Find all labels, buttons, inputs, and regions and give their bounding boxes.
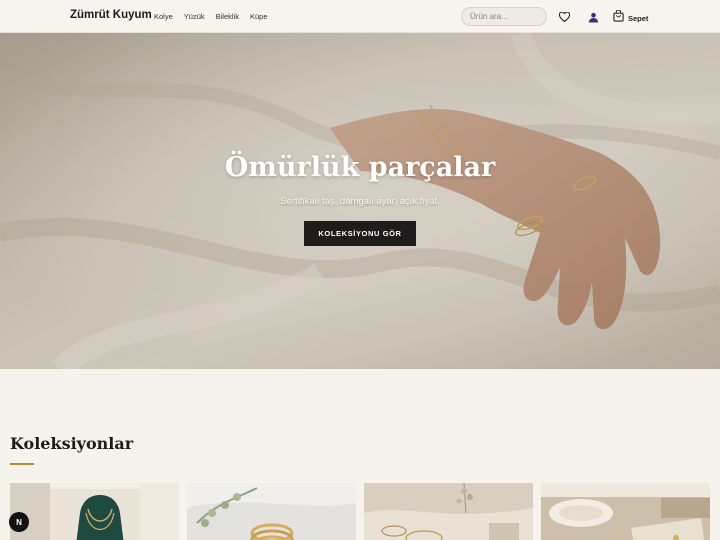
main-nav: Kolye Yüzük Bileklik Küpe — [154, 12, 268, 21]
necklace-image — [10, 483, 179, 540]
nav-item-yuzuk[interactable]: Yüzük — [184, 12, 205, 21]
collection-card-bracelets[interactable] — [364, 483, 533, 540]
cart-label: Sepet — [628, 13, 649, 23]
section-divider — [10, 463, 34, 465]
search-input[interactable] — [461, 7, 547, 26]
collection-card-earrings[interactable] — [541, 483, 710, 540]
brand-logo[interactable]: Zümrüt Kuyum — [70, 9, 152, 21]
collection-cards — [10, 483, 710, 540]
hero-title: Ömürlük parçalar — [224, 152, 496, 183]
rings-image — [187, 483, 356, 540]
heart-icon[interactable] — [557, 10, 571, 24]
collections-title: Koleksiyonlar — [10, 434, 134, 453]
nav-item-kolye[interactable]: Kolye — [154, 12, 173, 21]
hero-subtitle: Sertifikalı taş, damgalı ayar, açık fiya… — [280, 196, 440, 207]
hero-banner: Ömürlük parçalar Sertifikalı taş, damgal… — [0, 33, 720, 369]
nav-item-kupe[interactable]: Küpe — [250, 12, 268, 21]
nav-item-bileklik[interactable]: Bileklik — [216, 12, 239, 21]
earrings-image — [541, 483, 710, 540]
collection-card-necklace[interactable] — [10, 483, 179, 540]
user-icon[interactable] — [586, 10, 600, 24]
bracelets-image — [364, 483, 533, 540]
bag-icon — [613, 9, 624, 27]
view-collection-button[interactable]: KOLEKSİYONU GÖR — [304, 221, 416, 246]
next-dev-badge[interactable]: N — [9, 512, 29, 532]
cart-button[interactable]: Sepet — [613, 9, 648, 27]
collection-card-rings[interactable] — [187, 483, 356, 540]
site-header: Zümrüt Kuyum Kolye Yüzük Bileklik Küpe S… — [0, 0, 720, 33]
